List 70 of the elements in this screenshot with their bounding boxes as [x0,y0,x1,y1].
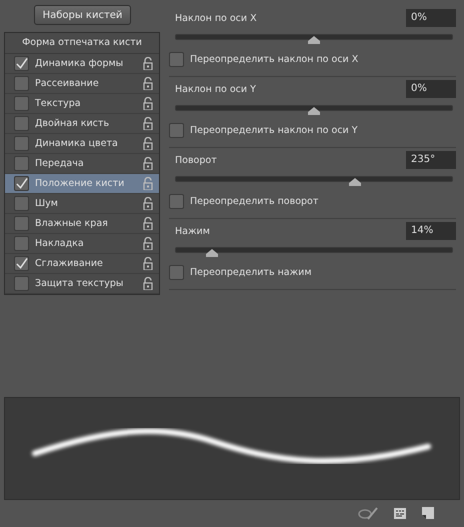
grid-panel-icon[interactable] [394,508,406,518]
checkbox-label: Переопределить поворот [190,196,318,207]
lock-icon[interactable] [143,57,153,70]
item-label: Двойная кисть [35,118,110,129]
item-label: Передача [35,158,85,169]
item-label: Рассеивание [35,78,100,89]
checkbox[interactable] [14,256,29,271]
value-field[interactable]: 0% [406,9,456,27]
checkbox[interactable] [169,265,184,280]
checkbox[interactable] [14,196,29,211]
item-label: Динамика цвета [35,138,119,149]
item-label: Положение кисти [35,178,126,189]
setting-label: Поворот [175,154,217,166]
value-field[interactable]: 0% [406,80,456,98]
slider-thumb[interactable] [206,249,218,257]
lock-icon[interactable] [143,77,153,90]
lock-icon[interactable] [143,117,153,130]
checkbox[interactable] [14,276,29,291]
slider-thumb[interactable] [308,107,320,115]
list-item[interactable]: Защита текстуры [5,274,159,294]
item-label: Сглаживание [35,258,104,269]
checkbox[interactable] [169,52,184,67]
item-label: Влажные края [35,218,109,229]
lock-icon[interactable] [143,237,153,250]
checkbox-label: Переопределить наклон по оси X [190,54,358,65]
setting-label: Наклон по оси Y [175,84,256,94]
checkbox[interactable] [169,123,184,138]
checkbox[interactable] [14,236,29,251]
lock-icon[interactable] [143,97,153,110]
value-field[interactable]: 235° [406,151,456,169]
checkbox[interactable] [14,76,29,91]
list-item[interactable]: Влажные края [5,214,159,234]
value-field[interactable]: 14% [406,222,456,240]
checkbox[interactable] [14,156,29,171]
lock-icon[interactable] [143,197,153,210]
list-item[interactable]: Накладка [5,234,159,254]
setting-label: Нажим [175,226,210,236]
list-item[interactable]: Динамика формы [5,54,159,74]
checkbox[interactable] [14,96,29,111]
item-label: Динамика формы [35,58,124,69]
checkbox[interactable] [14,136,29,151]
list-item[interactable]: Шум [5,194,159,214]
eye-brush-icon[interactable] [358,506,378,520]
list-header[interactable]: Форма отпечатка кисти [5,33,159,54]
brush-presets-button[interactable]: Наборы кистей [34,5,131,25]
lock-icon[interactable] [143,137,153,150]
item-label: Текстура [35,98,82,109]
lock-icon[interactable] [143,217,153,230]
checkbox[interactable] [169,194,184,209]
item-label: Накладка [35,238,85,249]
list-item[interactable]: Динамика цвета [5,134,159,154]
list-item[interactable]: Рассеивание [5,74,159,94]
setting-label: Наклон по оси X [175,12,257,24]
slider-thumb[interactable] [349,178,362,186]
checkbox-label: Переопределить нажим [190,267,312,278]
checkbox[interactable] [14,116,29,131]
lock-icon[interactable] [143,277,153,290]
item-label: Защита текстуры [35,278,124,289]
list-item[interactable]: Двойная кисть [5,114,159,134]
item-label: Шум [35,198,59,209]
lock-icon[interactable] [143,257,153,270]
checkbox[interactable] [14,216,29,231]
slider-thumb[interactable] [308,36,320,44]
lock-icon[interactable] [143,157,153,170]
checkbox-label: Переопределить наклон по оси Y [190,125,358,136]
new-page-icon[interactable] [422,507,434,519]
checkbox[interactable] [14,56,29,71]
list-item[interactable]: Текстура [5,94,159,114]
list-item[interactable]: Сглаживание [5,254,159,274]
checkbox[interactable] [14,176,29,191]
